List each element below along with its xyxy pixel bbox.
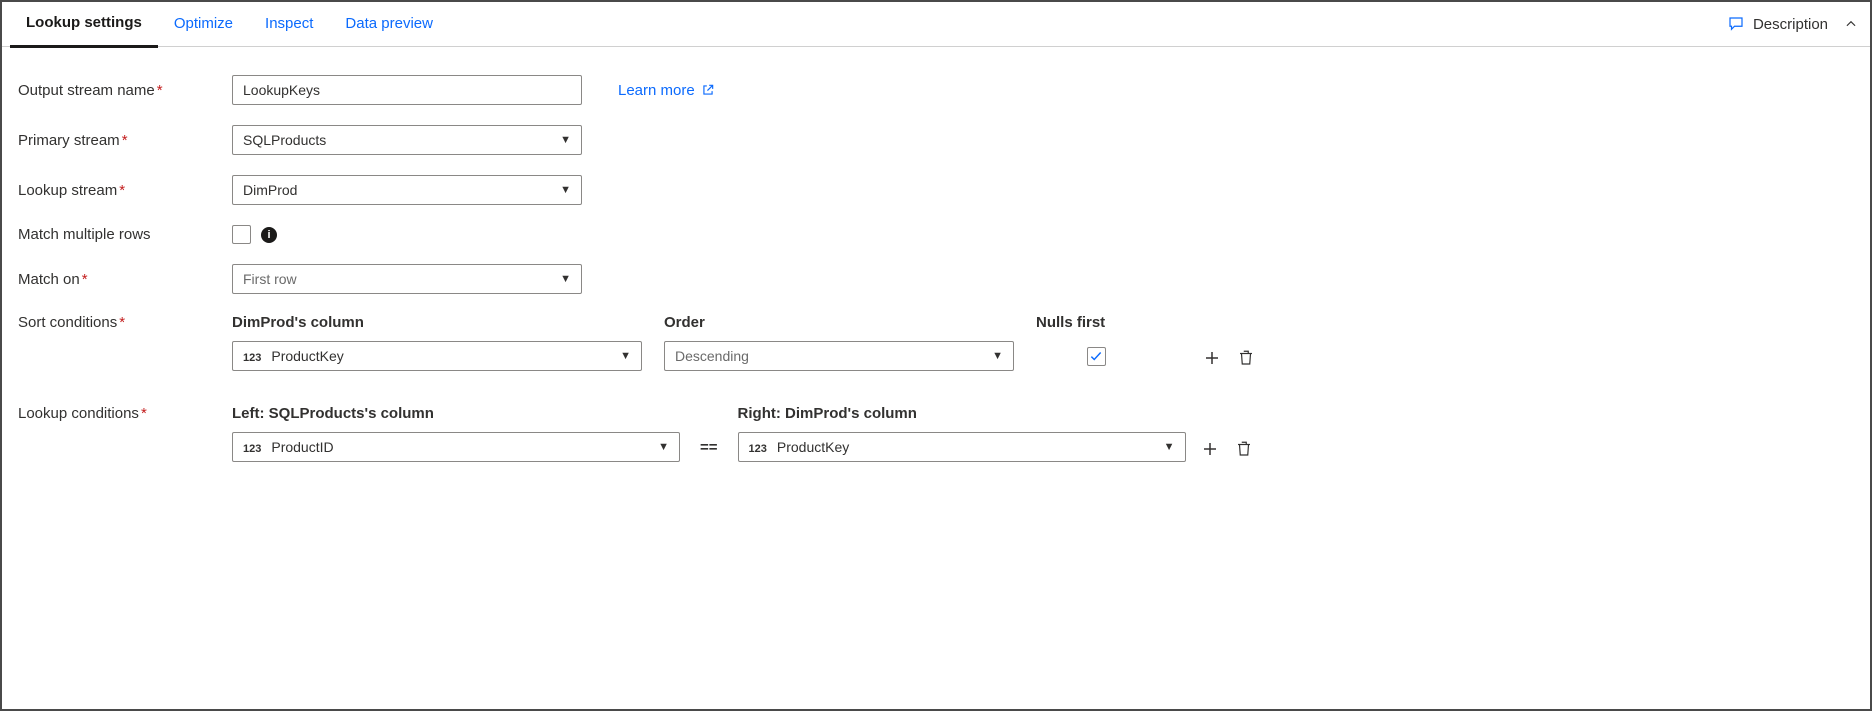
chevron-down-icon: ▼	[1164, 441, 1175, 453]
primary-stream-label: Primary stream*	[18, 132, 232, 149]
nulls-first-header: Nulls first	[1036, 314, 1156, 331]
chevron-down-icon: ▼	[560, 184, 571, 196]
sort-conditions-label: Sort conditions*	[18, 314, 232, 331]
match-on-select[interactable]: First row ▼	[232, 264, 582, 294]
lookup-conditions-label: Lookup conditions*	[18, 405, 232, 422]
nulls-first-checkbox[interactable]	[1087, 347, 1106, 366]
row-match-multiple: Match multiple rows i	[18, 225, 1854, 244]
lookup-settings-panel: Lookup settings Optimize Inspect Data pr…	[0, 0, 1872, 711]
tab-bar: Lookup settings Optimize Inspect Data pr…	[2, 2, 1870, 47]
lookup-left-select[interactable]: 123ProductID ▼	[232, 432, 680, 462]
delete-lookup-condition-button[interactable]	[1234, 439, 1254, 459]
tab-lookup-settings[interactable]: Lookup settings	[10, 1, 158, 48]
lookup-left-header: Left: SQLProducts's column	[232, 405, 680, 422]
lookup-stream-label: Lookup stream*	[18, 182, 232, 199]
description-label: Description	[1753, 16, 1828, 33]
sort-column-header: DimProd's column	[232, 314, 642, 331]
add-lookup-condition-button[interactable]	[1200, 439, 1220, 459]
info-icon[interactable]: i	[261, 227, 277, 243]
chevron-down-icon: ▼	[560, 273, 571, 285]
match-on-label: Match on*	[18, 271, 232, 288]
sort-order-select[interactable]: Descending ▼	[664, 341, 1014, 371]
row-output-stream: Output stream name* Learn more	[18, 75, 1854, 105]
sort-order-header: Order	[664, 314, 1014, 331]
output-stream-label: Output stream name*	[18, 82, 232, 99]
external-link-icon	[701, 83, 715, 97]
chevron-down-icon: ▼	[992, 350, 1003, 362]
row-sort-conditions: Sort conditions* DimProd's column 123Pro…	[18, 314, 1854, 371]
tab-data-preview[interactable]: Data preview	[329, 2, 449, 46]
form-body: Output stream name* Learn more Primary s…	[2, 47, 1870, 462]
lookup-operator: ==	[694, 432, 724, 462]
chevron-down-icon: ▼	[620, 350, 631, 362]
comment-icon	[1727, 15, 1745, 33]
sort-column-select[interactable]: 123ProductKey ▼	[232, 341, 642, 371]
row-match-on: Match on* First row ▼	[18, 264, 1854, 294]
primary-stream-select[interactable]: SQLProducts ▼	[232, 125, 582, 155]
type-badge-integer: 123	[243, 443, 261, 455]
collapse-panel-button[interactable]	[1840, 13, 1862, 35]
type-badge-integer: 123	[749, 443, 767, 455]
output-stream-input[interactable]	[232, 75, 582, 105]
chevron-down-icon: ▼	[560, 134, 571, 146]
add-sort-condition-button[interactable]	[1202, 348, 1222, 368]
learn-more-link[interactable]: Learn more	[618, 82, 715, 99]
tab-inspect[interactable]: Inspect	[249, 2, 329, 46]
type-badge-integer: 123	[243, 352, 261, 364]
match-multiple-checkbox[interactable]	[232, 225, 251, 244]
row-lookup-conditions: Lookup conditions* Left: SQLProducts's c…	[18, 405, 1854, 462]
chevron-down-icon: ▼	[658, 441, 669, 453]
lookup-right-select[interactable]: 123ProductKey ▼	[738, 432, 1186, 462]
lookup-stream-select[interactable]: DimProd ▼	[232, 175, 582, 205]
match-multiple-label: Match multiple rows	[18, 226, 232, 243]
delete-sort-condition-button[interactable]	[1236, 348, 1256, 368]
tab-optimize[interactable]: Optimize	[158, 2, 249, 46]
row-primary-stream: Primary stream* SQLProducts ▼	[18, 125, 1854, 155]
row-lookup-stream: Lookup stream* DimProd ▼	[18, 175, 1854, 205]
lookup-right-header: Right: DimProd's column	[738, 405, 1186, 422]
description-toggle[interactable]: Description	[1715, 15, 1840, 33]
